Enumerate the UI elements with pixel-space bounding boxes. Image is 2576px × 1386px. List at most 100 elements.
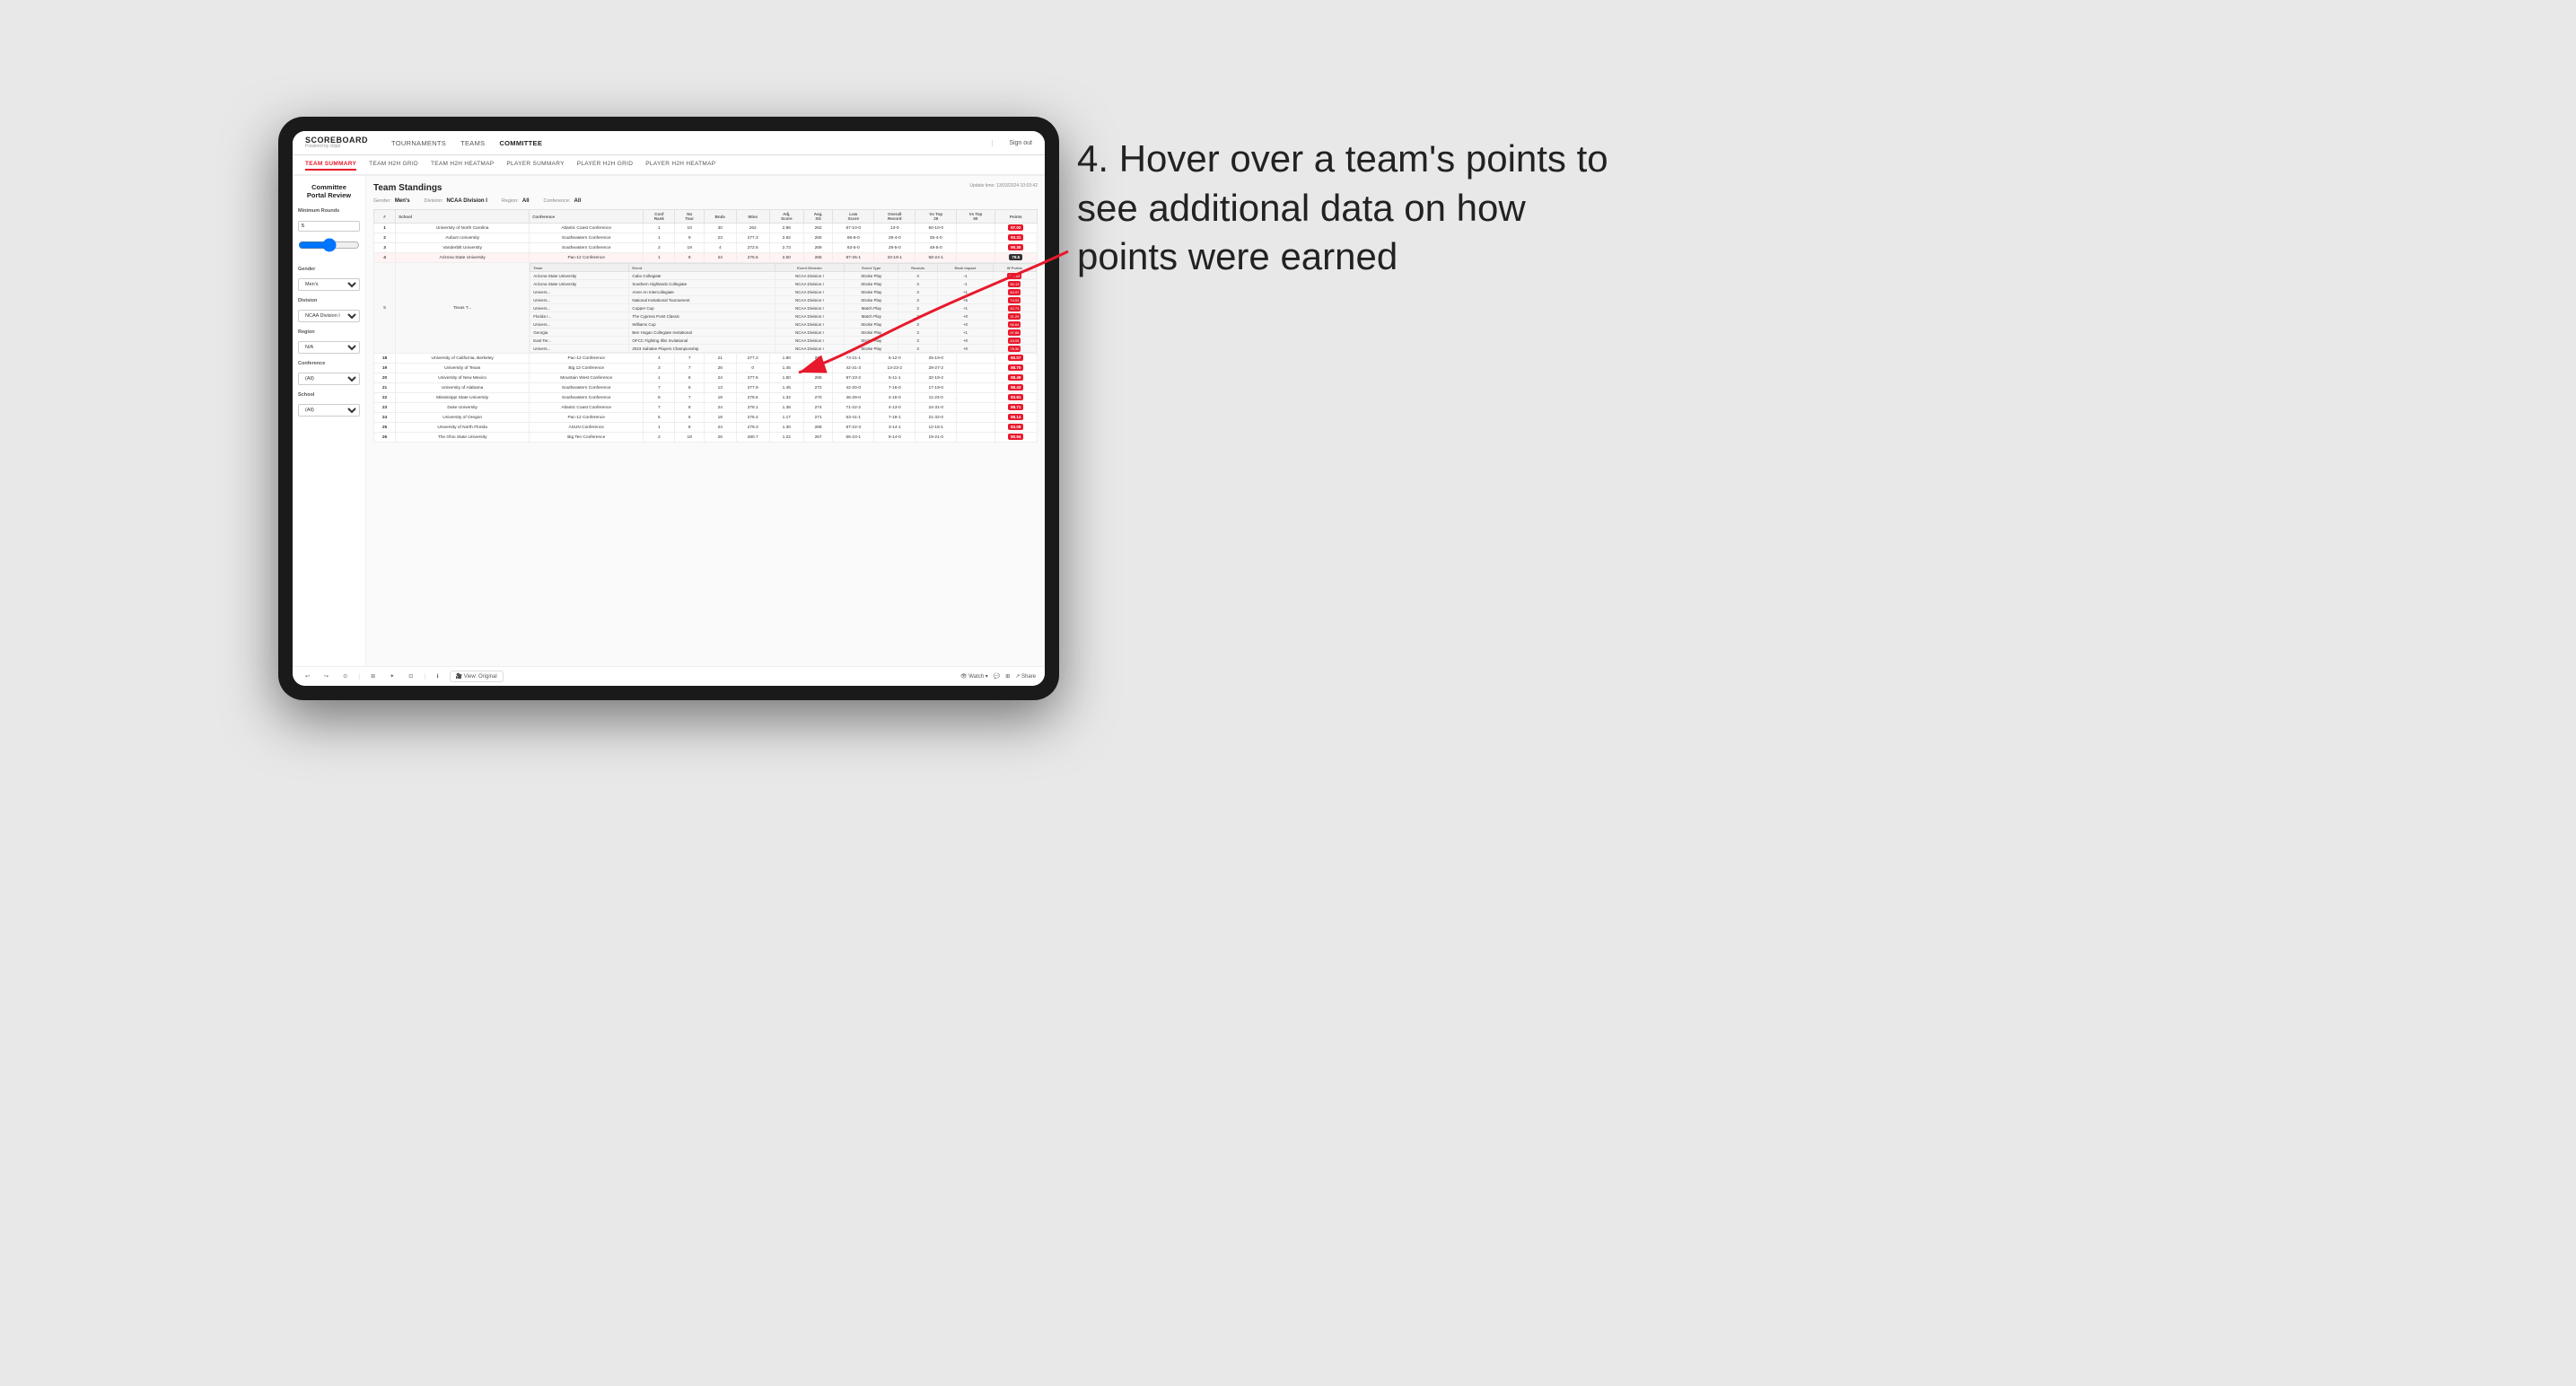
division-select[interactable]: NCAA Division I NCAA Division II All [298,310,360,322]
min-rounds-slider[interactable] [298,235,360,255]
points-badge[interactable]: 83.09 [1008,424,1023,430]
filters-row: Gender: Men's Division: NCAA Division I … [373,198,1038,204]
cell-bnds: 13 [704,383,736,393]
cell-bnds: 24 [704,253,736,263]
filter-gender-label: Gender: [373,198,391,204]
cell-bnds: 24 [704,373,736,383]
cell-vs50 [957,393,994,403]
table-row[interactable]: 22 Mississippi State University Southeas… [374,393,1038,403]
table-row[interactable]: 24 University of Oregon Pac-12 Conferenc… [374,413,1038,423]
watch-button[interactable]: 👁 Watch ▾ [960,673,988,680]
cell-adj-score: 1.32 [769,393,803,403]
cell-wins: 272.6 [736,243,769,253]
points-badge[interactable]: 88.14 [1008,414,1023,420]
cell-conf-rank: 7 [644,403,675,413]
cell-school[interactable]: University of North Carolina [396,224,530,233]
toolbar-sep2: | [424,672,425,680]
cell-points[interactable]: 80.94 [994,433,1037,443]
toolbar-grid[interactable]: ⊞ [367,671,379,681]
toolbar-refresh[interactable]: ⊙ [339,671,351,681]
school-select[interactable]: (All) [298,404,360,417]
points-badge[interactable]: 83.81 [1008,394,1023,400]
col-overall: OverallRecord [874,210,916,224]
table-row[interactable]: 23 Duke University Atlantic Coast Confer… [374,403,1038,413]
cell-no-tour: 6 [675,413,705,423]
toolbar-undo[interactable]: ↩ [302,671,313,681]
toolbar-info[interactable]: ℹ [433,671,442,681]
min-rounds-input[interactable] [298,221,360,232]
tab-player-summary[interactable]: PLAYER SUMMARY [506,159,564,171]
nav-bar: SCOREBOARD Powered by clippi TOURNAMENTS… [293,131,1045,155]
points-badge[interactable]: 88.71 [1008,404,1023,410]
tab-player-h2h-grid[interactable]: PLAYER H2H GRID [577,159,634,171]
cell-school[interactable]: University of North Florida [396,423,530,433]
cell-no-tour: 8 [675,373,705,383]
grid-button[interactable]: ⊞ [1005,673,1010,680]
tab-player-h2h-heatmap[interactable]: PLAYER H2H HEATMAP [645,159,715,171]
nav-tournaments[interactable]: TOURNAMENTS [391,137,446,149]
cell-school[interactable]: University of New Mexico [396,373,530,383]
share-button[interactable]: ↗ Share [1015,673,1036,680]
cell-conf-rank: 2 [644,243,675,253]
cell-conference: Atlantic Coast Conference [530,224,644,233]
sidebar-section-region: Region N/A East West All [298,329,360,354]
points-badge[interactable]: 80.94 [1008,434,1023,440]
cell-school[interactable]: Duke University [396,403,530,413]
sidebar-label-conference: Conference [298,361,360,366]
toolbar-plus[interactable]: ✦ [386,671,398,681]
table-row[interactable]: 26 The Ohio State University Big Ten Con… [374,433,1038,443]
cell-wins: 276.4 [736,413,769,423]
sign-out-link[interactable]: Sign out [1009,140,1032,146]
table-row[interactable]: 25 University of North Florida ASUN Conf… [374,423,1038,433]
exp-cell-team: Arizona State University [530,280,629,288]
cell-school[interactable]: University of Oregon [396,413,530,423]
cell-wins: 262 [736,224,769,233]
filter-conference-value: All [574,198,582,204]
exp-col-team: Team [530,264,629,272]
tab-team-h2h-heatmap[interactable]: TEAM H2H HEATMAP [431,159,494,171]
tab-team-summary[interactable]: TEAM SUMMARY [305,159,356,171]
exp-cell-team: Univers... [530,296,629,304]
toolbar-redo[interactable]: ↪ [320,671,332,681]
update-time: Update time: 13/03/2024 10:03:42 [969,183,1038,189]
filter-conference-label: Conference: [544,198,571,204]
cell-rank: 21 [374,383,396,393]
cell-rank: 1 [374,224,396,233]
cell-school[interactable]: University of California, Berkeley [396,354,530,364]
tablet-frame: SCOREBOARD Powered by clippi TOURNAMENTS… [278,117,1059,700]
sidebar-section-rounds: Minimum Rounds [298,208,360,259]
nav-committee[interactable]: COMMITTEE [499,137,542,149]
cell-school[interactable]: Vanderbilt University [396,243,530,253]
cell-conf-rank: 7 [644,383,675,393]
gender-select[interactable]: Men's Women's All [298,278,360,291]
cell-school[interactable]: University of Alabama [396,383,530,393]
exp-cell-team: East Ter... [530,337,629,345]
nav-divider: | [991,139,993,147]
cell-points[interactable]: 83.09 [994,423,1037,433]
cell-school[interactable]: University of Texas [396,364,530,373]
logo-area: SCOREBOARD Powered by clippi [305,136,368,149]
cell-conference: Pac-12 Conference [530,253,644,263]
col-vs25: Vs Top25 [916,210,957,224]
cell-rank: 19 [374,364,396,373]
cell-rank: 20 [374,373,396,383]
cell-school[interactable]: The Ohio State University [396,433,530,443]
comment-button[interactable]: 💬 [994,673,1000,680]
region-select[interactable]: N/A East West All [298,341,360,354]
cell-school[interactable]: Auburn University [396,233,530,243]
cell-points[interactable]: 88.71 [994,403,1037,413]
cell-school[interactable]: Mississippi State University [396,393,530,403]
annotation-container: 4. Hover over a team's points to see add… [1077,135,1705,282]
tab-team-h2h-grid[interactable]: TEAM H2H GRID [369,159,418,171]
toolbar-minus[interactable]: ⊡ [405,671,416,681]
cell-school[interactable]: Arizona State University [396,253,530,263]
view-selector[interactable]: 🎥 View: Original [450,671,504,682]
col-avg-sg: Avg.SG [803,210,832,224]
panel-title: Team Standings [373,183,442,193]
conference-select[interactable]: (All) ACC Big 12 SEC [298,373,360,385]
col-low-score: LowScore [833,210,874,224]
cell-points[interactable]: 83.81 [994,393,1037,403]
nav-teams[interactable]: TEAMS [460,137,485,149]
cell-vs50 [957,423,994,433]
cell-points[interactable]: 88.14 [994,413,1037,423]
